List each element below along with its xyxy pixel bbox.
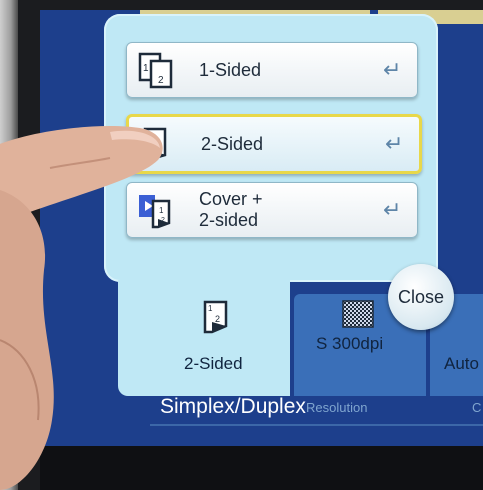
option-label: 2-Sided xyxy=(201,133,264,154)
svg-text:2: 2 xyxy=(215,314,220,324)
option-1-sided[interactable]: 1 2 1-Sided ↵ xyxy=(126,42,418,98)
section-title: Simplex/Duplex xyxy=(160,395,306,418)
divider xyxy=(150,424,483,426)
hand xyxy=(0,190,54,490)
svg-text:1: 1 xyxy=(143,63,149,74)
one-sided-icon: 1 2 xyxy=(138,52,173,89)
tab-simplex-duplex[interactable]: 1 2 2-Sided xyxy=(118,280,290,396)
close-button[interactable]: Close xyxy=(388,264,454,330)
enter-arrow-icon: ↵ xyxy=(383,57,402,82)
svg-text:2: 2 xyxy=(158,75,164,86)
enter-arrow-icon: ↵ xyxy=(385,131,404,156)
option-label: 1-Sided xyxy=(199,59,262,80)
svg-text:1: 1 xyxy=(208,304,213,313)
option-label: Cover + 2-sided xyxy=(199,189,263,230)
two-sided-icon: 1 2 xyxy=(203,300,228,334)
resolution-caption: Resolution xyxy=(306,400,368,415)
tab-label: 2-Sided xyxy=(184,354,243,373)
tab-label: S 300dpi xyxy=(316,334,384,353)
checker-pattern-icon xyxy=(342,300,374,328)
tab-label: Auto xyxy=(444,354,479,373)
enter-arrow-icon: ↵ xyxy=(383,197,402,222)
c-caption: C xyxy=(472,400,482,415)
screen-bottom-frame xyxy=(40,446,483,490)
